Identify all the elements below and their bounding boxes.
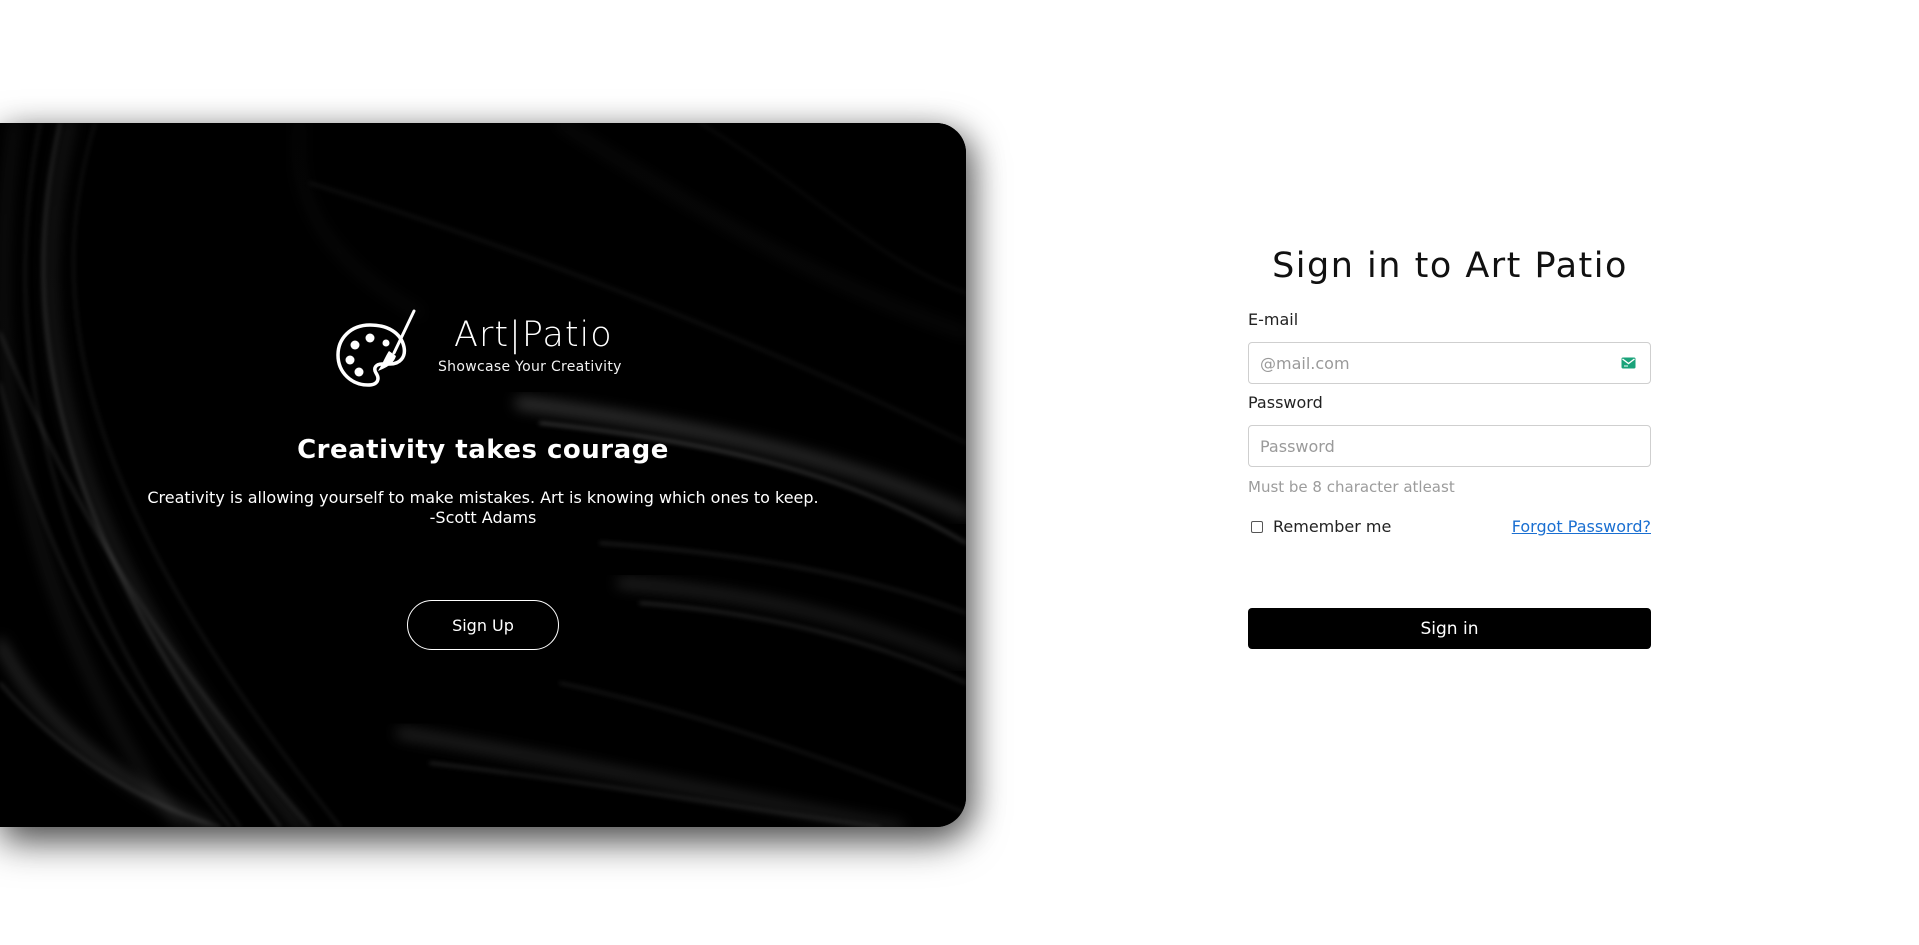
- forgot-password-link[interactable]: Forgot Password?: [1512, 517, 1651, 536]
- palette-brush-icon: [336, 309, 416, 387]
- brand-name: Art|Patio: [454, 315, 613, 355]
- hero-content: Art|Patio Showcase Your Creativity Creat…: [0, 123, 966, 827]
- quote-text: Creativity is allowing yourself to make …: [147, 488, 819, 507]
- hero-panel: Art|Patio Showcase Your Creativity Creat…: [0, 123, 966, 827]
- remember-me-label: Remember me: [1273, 517, 1392, 536]
- hero-title: Creativity takes courage: [297, 435, 669, 465]
- checkbox-box[interactable]: [1251, 520, 1263, 533]
- mail-icon: [1621, 357, 1636, 369]
- remember-me-checkbox[interactable]: Remember me: [1251, 517, 1391, 536]
- password-hint: Must be 8 character atleast: [1248, 478, 1455, 496]
- sign-in-button[interactable]: Sign in: [1248, 608, 1651, 649]
- quote-author: -Scott Adams: [429, 508, 537, 527]
- hero-quote: Creativity is allowing yourself to make …: [145, 488, 821, 528]
- sign-in-page: Art|Patio Showcase Your Creativity Creat…: [0, 0, 1919, 945]
- email-input[interactable]: [1248, 342, 1651, 384]
- form-title: Sign in to Art Patio: [1272, 246, 1628, 286]
- logo: Art|Patio Showcase Your Creativity: [334, 309, 634, 391]
- password-input[interactable]: [1248, 425, 1651, 467]
- email-label: E-mail: [1248, 310, 1299, 329]
- password-label: Password: [1248, 393, 1323, 412]
- brand-tagline: Showcase Your Creativity: [438, 359, 622, 375]
- sign-up-button[interactable]: Sign Up: [407, 600, 559, 650]
